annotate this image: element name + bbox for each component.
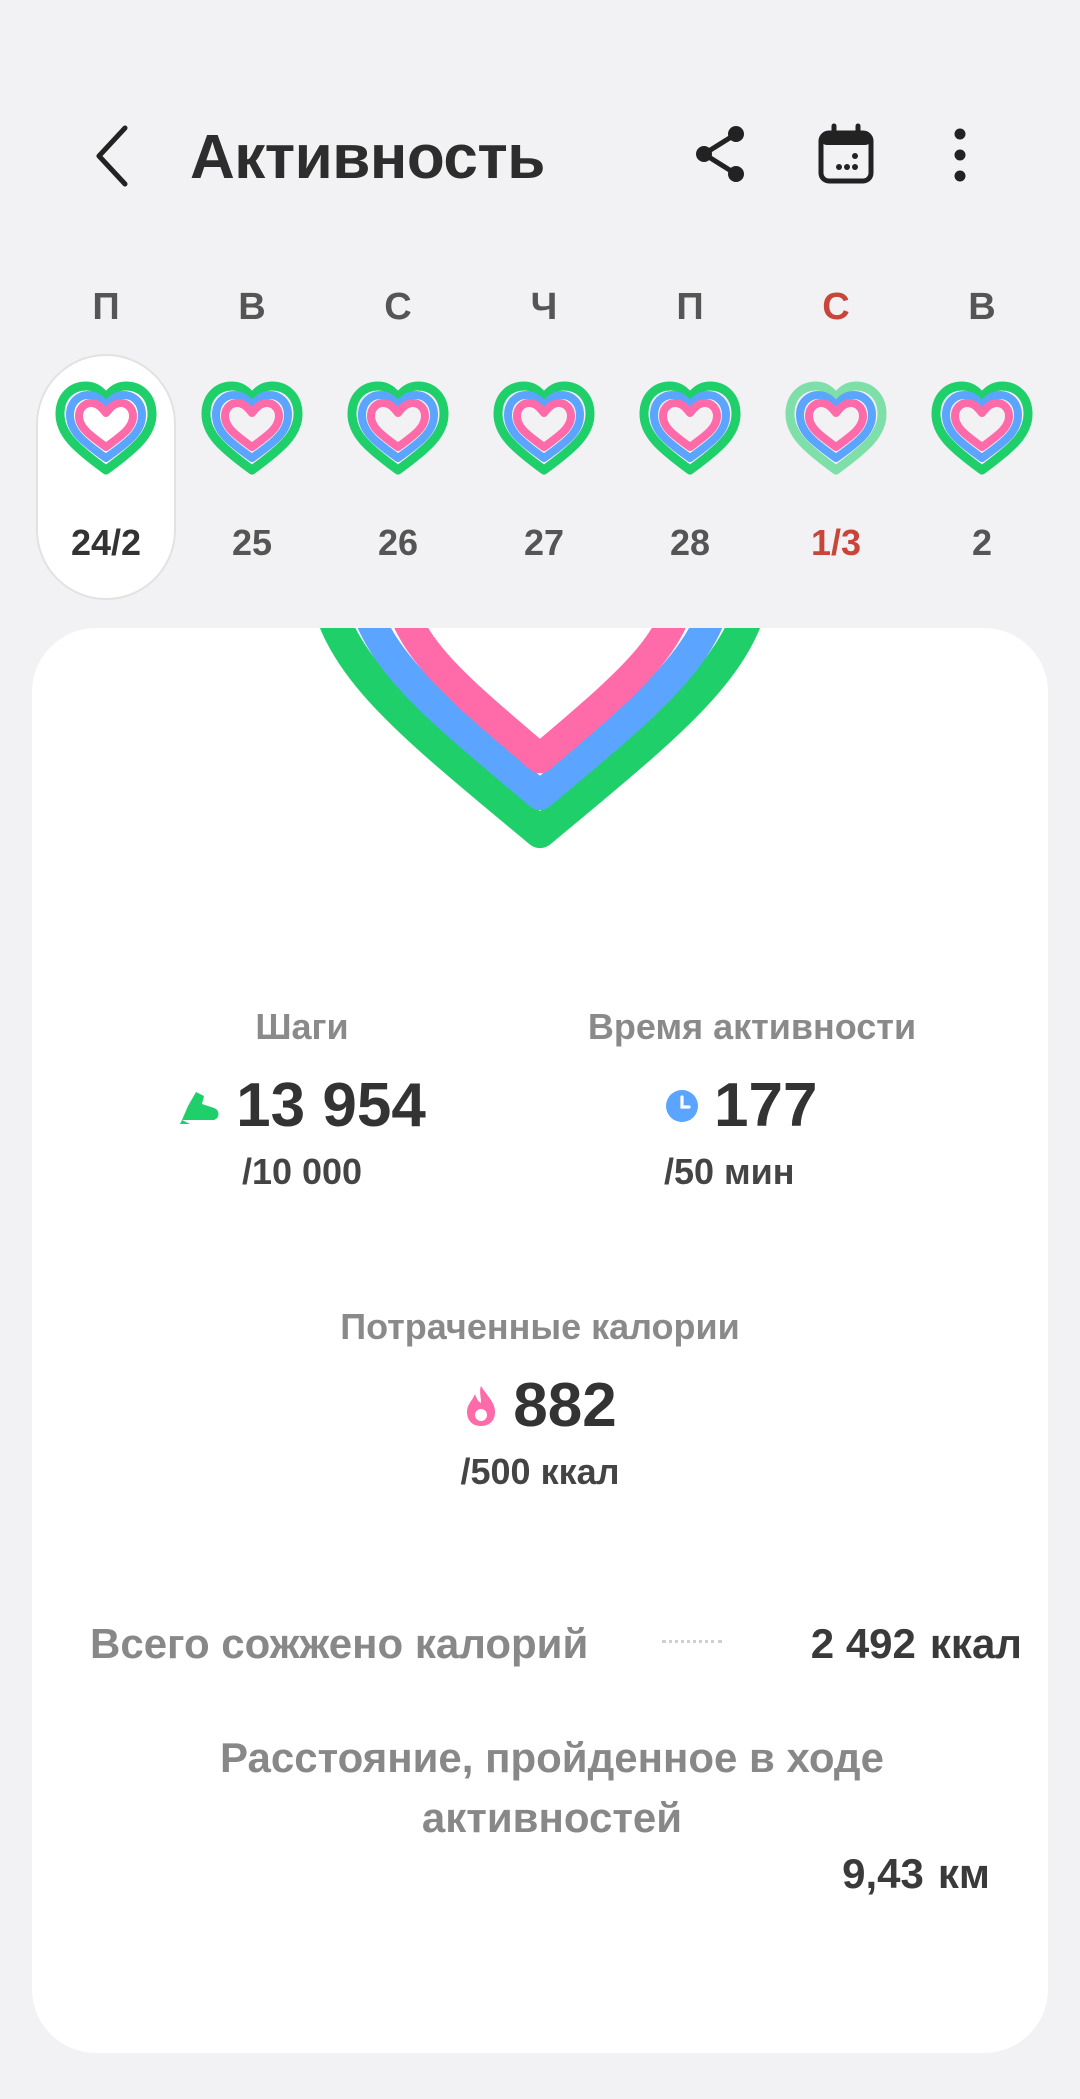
distance-unit: км [937,1850,990,1897]
active-time-label: Время активности [587,1006,917,1047]
day-letter: В [238,286,266,328]
day-date: 25 [231,522,273,563]
calories-metric[interactable]: Потраченные калории 882 /500 ккал [290,1306,790,1493]
daily-rings-icon [931,381,1033,475]
chevron-left-icon [96,125,128,187]
calories-value: 882 [513,1371,617,1440]
day-letter: В [968,286,996,328]
daily-rings-icon [785,381,887,475]
day-item[interactable]: Ч 27 [474,270,614,600]
calendar-button[interactable] [810,118,882,190]
week-strip: П 24/2 В 25 С 26 Ч 27 П 28 С 1/3 В 2 [0,270,1080,610]
steps-label: Шаги [255,1006,349,1047]
active-time-value: 177 [714,1071,818,1140]
day-letter: Ч [530,286,558,328]
clock-icon [666,1089,698,1122]
back-button[interactable] [78,118,148,194]
total-burned-row: Всего сожжено калорий 2 492 ккал [90,1620,1022,1680]
day-date: 24/2 [70,522,142,563]
active-time-metric[interactable]: Время активности 177 /50 мин [562,1006,942,1193]
total-burned-value: 2 492 ккал [811,1620,1022,1668]
day-item[interactable]: П 28 [620,270,760,600]
total-burned-number: 2 492 [810,1620,916,1667]
day-item[interactable]: С 1/3 [766,270,906,600]
day-date: 1/3 [810,522,862,563]
day-item[interactable]: С 26 [328,270,468,600]
day-item[interactable]: П 24/2 [36,270,176,600]
day-item[interactable]: В 25 [182,270,322,600]
day-letter: С [384,286,412,328]
day-date: 2 [971,522,993,563]
distance-label: Расстояние, пройденное в ходе активносте… [220,1734,884,1841]
daily-rings-icon [639,381,741,475]
distance-number: 9,43 [842,1850,924,1897]
more-options-button[interactable] [940,120,980,190]
day-date: 27 [523,522,565,563]
app-bar: Активность [0,100,1080,212]
flame-icon [467,1385,496,1426]
more-vertical-icon [954,128,966,182]
day-letter: П [92,286,120,328]
distance-value: 9,43 км [842,1850,990,1898]
calories-goal: /500 ккал [460,1451,620,1492]
active-time-goal: /50 мин [664,1151,795,1192]
dotted-divider [662,1640,722,1643]
total-burned-label: Всего сожжено калорий [90,1620,589,1667]
daily-rings-icon [493,381,595,475]
daily-rings-icon [55,381,157,475]
share-button[interactable] [688,120,752,188]
steps-goal: /10 000 [241,1151,363,1192]
activity-card: Шаги 13 954 /10 000 Время активности 177… [32,628,1048,2053]
day-item[interactable]: В 2 [912,270,1052,600]
page-title: Активность [190,123,545,192]
share-icon [696,126,744,182]
day-letter: П [676,286,704,328]
total-burned-unit: ккал [929,1620,1022,1667]
steps-metric[interactable]: Шаги 13 954 /10 000 [152,1006,452,1193]
day-date: 26 [377,522,419,563]
steps-value: 13 954 [236,1071,426,1140]
daily-rings-icon [201,381,303,475]
calendar-icon [818,123,874,184]
day-letter: С [822,286,850,328]
calories-label: Потраченные калории [340,1306,740,1347]
activity-rings-heart [320,628,760,849]
day-date: 28 [669,522,711,563]
daily-rings-icon [347,381,449,475]
shoe-icon [180,1091,219,1124]
